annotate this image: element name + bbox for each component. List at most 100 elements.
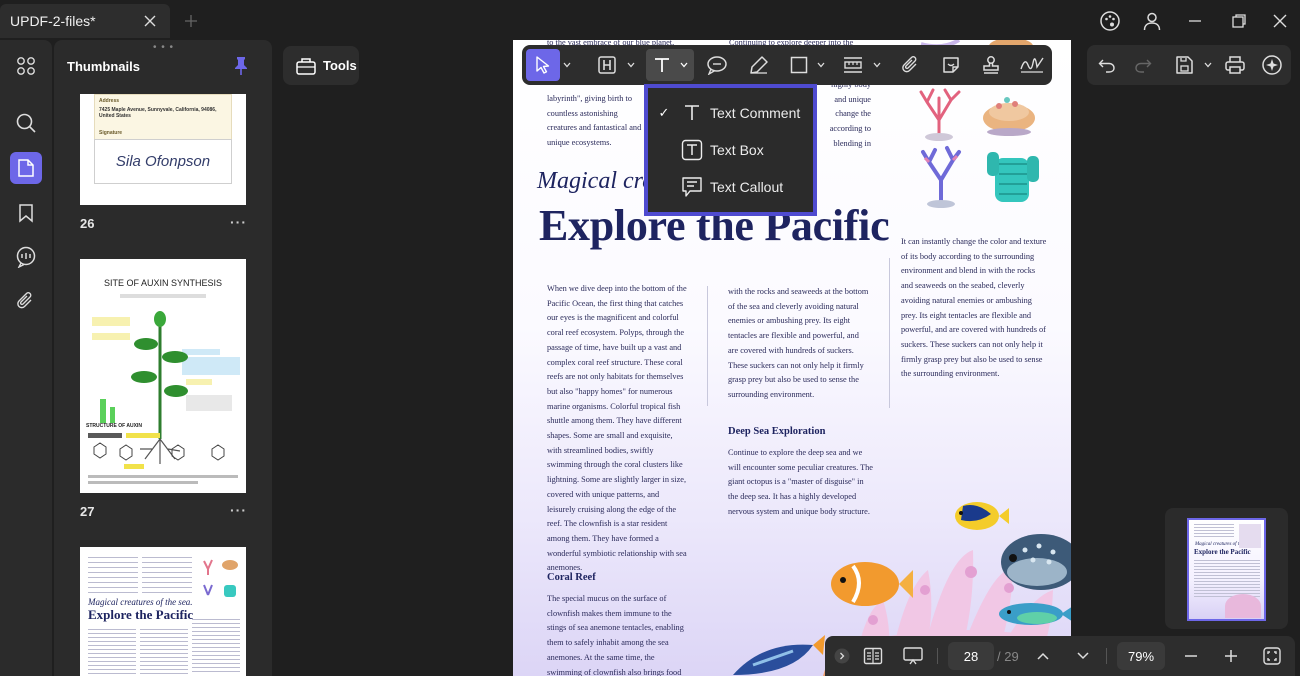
chevron-down-icon[interactable] <box>1203 58 1213 72</box>
presentation-button[interactable] <box>901 644 925 668</box>
page-number-input[interactable] <box>948 642 994 670</box>
ruler-icon <box>844 57 862 73</box>
plant-diagram <box>88 311 240 484</box>
chevron-down-icon[interactable] <box>872 58 882 72</box>
rectangle-icon <box>790 56 808 74</box>
collapse-bar-button[interactable] <box>833 644 851 668</box>
panel-title: Thumbnails <box>67 59 140 74</box>
address-label: Address <box>99 98 120 104</box>
thumbnail-page-28[interactable]: Magical creatures of the sea. Explore th… <box>80 547 246 676</box>
chevron-down-icon[interactable] <box>816 58 826 72</box>
body-column-1: When we dive deep into the bottom of the… <box>547 284 687 573</box>
sticker-tool-button[interactable] <box>936 49 966 81</box>
add-tab-icon[interactable] <box>178 8 204 34</box>
fit-page-icon <box>1263 647 1281 665</box>
thumbnails-panel: • • • Thumbnails Address 7425 Maple Aven… <box>54 40 272 676</box>
thumbnail-page-27[interactable]: SITE OF AUXIN SYNTHESIS STRUCTURE OF AUX… <box>80 259 246 493</box>
shape-tool-button[interactable] <box>784 49 814 81</box>
ai-assistant-icon <box>1262 55 1282 75</box>
document-tab[interactable]: UPDF-2-files* <box>0 4 170 38</box>
print-button[interactable] <box>1221 49 1249 81</box>
fit-page-button[interactable] <box>1261 644 1283 668</box>
attach-file-button[interactable] <box>896 49 926 81</box>
highlight-tool-button[interactable] <box>592 49 622 81</box>
minus-icon <box>1185 655 1197 657</box>
text-tool-button[interactable] <box>646 49 694 81</box>
comment-tool-button[interactable] <box>702 49 732 81</box>
close-tab-icon[interactable] <box>130 4 170 38</box>
next-page-button[interactable] <box>1073 644 1093 668</box>
plus-icon <box>1225 650 1237 662</box>
text-box-option[interactable]: Text Box <box>648 133 813 167</box>
auxin-structure-label: STRUCTURE OF AUXIN <box>86 423 142 429</box>
minimap-title: Explore the Pacific <box>1194 548 1251 556</box>
tools-button[interactable]: Tools <box>283 46 359 85</box>
page-minimap[interactable]: Magical creatures of the sea. Explore th… <box>1165 508 1288 629</box>
chevron-down-icon[interactable] <box>626 58 636 72</box>
coral-reef-text: The special mucus on the surface of clow… <box>547 594 684 676</box>
save-button[interactable] <box>1171 49 1197 81</box>
toolbox-icon <box>296 57 316 75</box>
ai-assistant-button[interactable] <box>1257 49 1287 81</box>
zoom-level[interactable]: 79% <box>1117 642 1165 670</box>
zoom-in-button[interactable] <box>1221 644 1241 668</box>
title-bar: UPDF-2-files* <box>0 0 1300 40</box>
zoom-out-button[interactable] <box>1181 644 1201 668</box>
theme-palette-icon[interactable] <box>1095 6 1125 36</box>
chevron-down-icon[interactable] <box>562 58 572 72</box>
minimap-viewport[interactable]: Magical creatures of the sea. Explore th… <box>1187 518 1266 621</box>
page-layout-icon <box>863 647 883 665</box>
signature-tool-button[interactable] <box>1016 49 1048 81</box>
sticker-icon <box>943 57 959 73</box>
previous-page-button[interactable] <box>1033 644 1053 668</box>
select-tool-button[interactable] <box>526 49 560 81</box>
text-callout-option[interactable]: Text Callout <box>648 170 813 204</box>
organize-pages-icon[interactable] <box>10 50 42 82</box>
more-options-icon[interactable]: ··· <box>230 502 247 518</box>
page-number-26: 26 <box>80 216 95 231</box>
thumbnails-icon[interactable] <box>10 152 42 184</box>
pin-icon[interactable] <box>232 56 252 76</box>
body-column-2: with the rocks and seaweeds at the botto… <box>728 287 869 399</box>
minimize-icon[interactable] <box>1180 6 1210 36</box>
attachment-icon[interactable] <box>10 285 42 317</box>
text-comment-label: Text Comment <box>710 105 801 121</box>
pencil-icon <box>750 56 768 74</box>
check-icon: ✓ <box>658 105 670 120</box>
text-box-label: Text Box <box>710 142 764 158</box>
signature-value: Sila Ofonpson <box>115 153 211 170</box>
page-number-27: 27 <box>80 504 95 519</box>
coral-reef-heading: Coral Reef <box>547 572 596 583</box>
chevron-down-icon <box>1077 652 1089 660</box>
text-box-icon <box>680 138 704 162</box>
left-tool-rail <box>0 40 52 676</box>
restore-icon[interactable] <box>1224 6 1254 36</box>
more-options-icon[interactable]: ··· <box>230 214 247 230</box>
page-layout-button[interactable] <box>861 644 885 668</box>
page-navigation-bar: / 29 79% <box>825 636 1295 676</box>
stamp-icon <box>983 56 999 74</box>
close-window-icon[interactable] <box>1265 6 1295 36</box>
undo-icon <box>1098 59 1115 73</box>
search-icon[interactable] <box>10 107 42 139</box>
thumbnail-page-26[interactable]: Address 7425 Maple Avenue, Sunnyvale, Ca… <box>80 94 246 205</box>
text-comment-option[interactable]: ✓ Text Comment <box>648 96 813 130</box>
coral-thumb-images <box>203 559 238 597</box>
comments-icon[interactable] <box>10 241 42 273</box>
text-comment-icon <box>680 101 704 125</box>
measure-tool-button[interactable] <box>838 49 868 81</box>
redo-button[interactable] <box>1129 49 1157 81</box>
pencil-tool-button[interactable] <box>744 49 774 81</box>
annotation-toolbar <box>522 45 1052 85</box>
stamp-tool-button[interactable] <box>976 49 1006 81</box>
bookmark-icon[interactable] <box>10 197 42 229</box>
thumb-subtitle: Magical creatures of the sea. <box>88 597 193 607</box>
total-pages: / 29 <box>997 649 1019 664</box>
undo-button[interactable] <box>1093 49 1121 81</box>
text-icon <box>655 58 669 72</box>
intro-right-text: highly body and unique change the accord… <box>829 80 871 148</box>
chevron-down-icon <box>680 62 688 68</box>
paperclip-icon <box>902 56 917 73</box>
account-icon[interactable] <box>1137 6 1167 36</box>
panel-resize-grip[interactable]: • • • <box>153 42 174 53</box>
